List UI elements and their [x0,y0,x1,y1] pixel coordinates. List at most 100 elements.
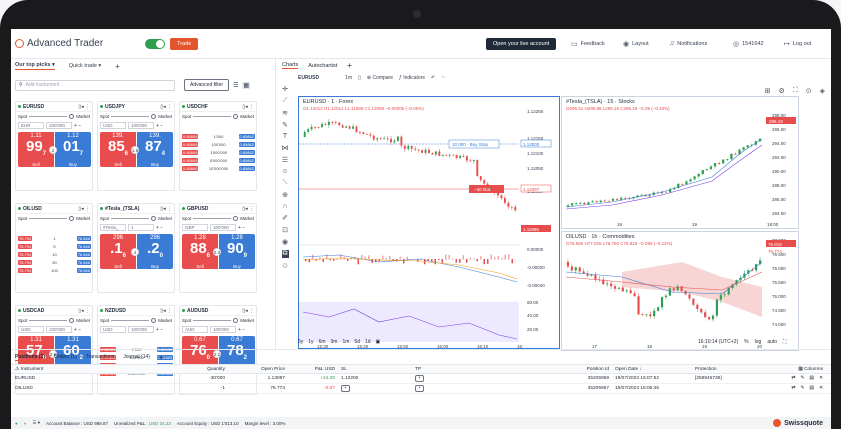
buy-button[interactable]: 1.12 017 Buy [55,132,91,167]
market-radio[interactable] [69,216,75,221]
table-row[interactable]: EURUSD -30'000 1.13097 +24.30 1.12200 + … [11,374,831,384]
card-menu-icon[interactable]: ▯◂ ⋮ [78,308,90,314]
notifications-link[interactable]: ♫ Notifications [669,40,707,47]
instrument-card[interactable]: USDJPY ▯◂ ⋮ Spot Market USD 100'000 + − 139. 8… [97,101,175,191]
user-menu[interactable]: ◎ 1541642 [733,40,764,48]
range-button[interactable]: 5d [354,339,360,345]
logout-link[interactable]: ↦ Log out [784,40,811,48]
range-button[interactable]: 3m [331,339,338,345]
scale-percent[interactable]: % [744,339,748,345]
market-radio[interactable] [233,216,239,221]
buy-button[interactable]: 1.28 909 Buy [219,234,255,269]
quantity-input[interactable]: 100'000 [46,122,72,129]
bottom-tab[interactable]: Positions (2) [15,354,46,361]
document-icon[interactable]: ▤ [809,386,814,391]
tab-charts[interactable]: Charts [282,62,299,69]
market-radio[interactable] [151,318,157,323]
bottom-tab[interactable]: + [159,353,164,362]
link-icon[interactable]: ⧉ [281,250,289,258]
currency-select[interactable]: GBP [182,224,208,231]
card-menu-icon[interactable]: ▯◂ ⋮ [160,308,172,314]
currency-select[interactable]: USD [18,326,44,333]
col-quantity[interactable]: Quantity [155,367,225,372]
ladder-row[interactable]: 0.85806 1'000'000 0.85862 [182,148,255,156]
quantity-input[interactable]: 100'000 [210,224,236,231]
instrument-card[interactable]: #Tesla_(TSLA) ▯◂ ⋮ Spot Market #Tesla_ 1 + − … [97,203,175,293]
market-radio[interactable] [69,114,75,119]
search-input[interactable]: ⚲ Add instrument [15,79,175,91]
candle-type-icon[interactable]: ▯ [358,75,361,81]
card-menu-icon[interactable]: ▯◂ ⋮ [242,104,254,110]
close-icon[interactable]: ✕ [819,386,823,391]
quantity-stepper[interactable]: + − [156,225,163,231]
currency-select[interactable]: USD [100,326,126,333]
tesla-chart-panel[interactable]: #Tesla_(TSLA) · 15 · Stocks O296.51 H296… [561,96,799,229]
slider-track[interactable] [111,218,150,219]
quantity-input[interactable]: 1 [128,224,154,231]
add-tab-button[interactable]: + [115,62,120,71]
feedback-link[interactable]: ▭ Feedback [571,40,605,48]
document-icon[interactable]: ▤ [809,376,814,381]
share-icon[interactable]: ⇄ [791,386,795,391]
quantity-input[interactable]: 100'000 [128,122,154,129]
compare-button[interactable]: ⊕ Compare [367,75,393,81]
quantity-stepper[interactable]: + − [74,123,81,129]
col-tp[interactable]: TP [415,367,515,372]
add-chart-tab-button[interactable]: + [347,61,352,70]
col-instrument[interactable]: ⚠ Instrument [15,367,155,372]
col-open-date[interactable]: Open Date ↓ [615,367,695,372]
quantity-input[interactable]: 100'000 [128,326,154,333]
layout-menu[interactable]: ◉ Layout [623,40,649,48]
magnet-icon[interactable]: ∩ [282,203,287,210]
card-menu-icon[interactable]: ▯◂ ⋮ [160,104,172,110]
ladder-row[interactable]: 0.85806 5'000'000 0.85862 [182,156,255,164]
slider-track[interactable] [111,320,150,321]
range-button[interactable]: 1d [365,339,371,345]
range-button[interactable]: 1m [342,339,349,345]
currency-select[interactable]: AUD [182,326,208,333]
col-pnl[interactable]: P&L USD [285,367,335,372]
calendar-icon[interactable]: ▣ [376,339,381,345]
currency-select[interactable]: EUR [18,122,44,129]
ladder-row[interactable]: 76.794 5 76.846 [18,242,91,250]
share-icon[interactable]: ⇄ [791,376,795,381]
card-menu-icon[interactable]: ▯◂ ⋮ [78,104,90,110]
trade-button[interactable]: Trade [170,37,199,50]
settings-dot-icon[interactable]: ● [24,421,27,426]
forecast-icon[interactable]: ☰ [282,156,288,164]
instrument-card[interactable]: GBPUSD ▯◂ ⋮ Spot Market GBP 100'000 + − 1.28 8… [179,203,257,293]
quantity-input[interactable]: 100'000 [210,326,236,333]
quantity-stepper[interactable]: + − [74,327,81,333]
ladder-row[interactable]: 76.794 100 76.846 [18,266,91,274]
trash-icon[interactable]: ♲ [282,262,288,270]
eurusd-chart-panel[interactable]: EURUSD · 1 · Forex O1.12012 H1.12012 L1.… [298,96,560,349]
range-button[interactable]: 5y [298,339,303,345]
market-radio[interactable] [233,114,239,119]
chart-symbol[interactable]: EURUSD [298,75,319,81]
quantity-stepper[interactable]: + − [156,123,163,129]
edit-icon[interactable]: ✎ [800,386,804,391]
bottom-tab[interactable]: Transactions [86,354,114,360]
market-radio[interactable] [233,318,239,323]
instrument-card[interactable]: OILUSD ▯◂ ⋮ Spot Market 76.794 1 76.846 76.794… [15,203,93,293]
market-radio[interactable] [151,114,157,119]
table-row[interactable]: OILUSD -1 76.774 -0.07 + + 35205957 19/0… [11,384,831,394]
emoji-icon[interactable]: ☺ [281,168,288,175]
buy-button[interactable]: 139. 874 Buy [137,132,173,167]
slider-track[interactable] [29,320,68,321]
card-menu-icon[interactable]: ▯◂ ⋮ [160,206,172,212]
currency-select[interactable]: USD [100,122,126,129]
columns-button[interactable]: ▦ Columns [798,367,831,372]
market-radio[interactable] [69,318,75,323]
card-menu-icon[interactable]: ▯◂ ⋮ [242,308,254,314]
scale-log[interactable]: log [755,339,762,345]
undo-icon[interactable]: ↶ [431,75,435,81]
open-live-account-button[interactable]: Open your live account [486,38,557,50]
camera-icon[interactable]: ⊙ [806,87,812,95]
ladder-row[interactable]: 0.85806 10'000'000 0.85862 [182,164,255,172]
slider-track[interactable] [193,218,232,219]
quantity-input[interactable]: 100'000 [46,326,72,333]
col-sl[interactable]: SL [335,367,415,372]
slider-track[interactable] [193,116,232,117]
ladder-row[interactable]: 0.85806 100'000 0.85862 [182,140,255,148]
